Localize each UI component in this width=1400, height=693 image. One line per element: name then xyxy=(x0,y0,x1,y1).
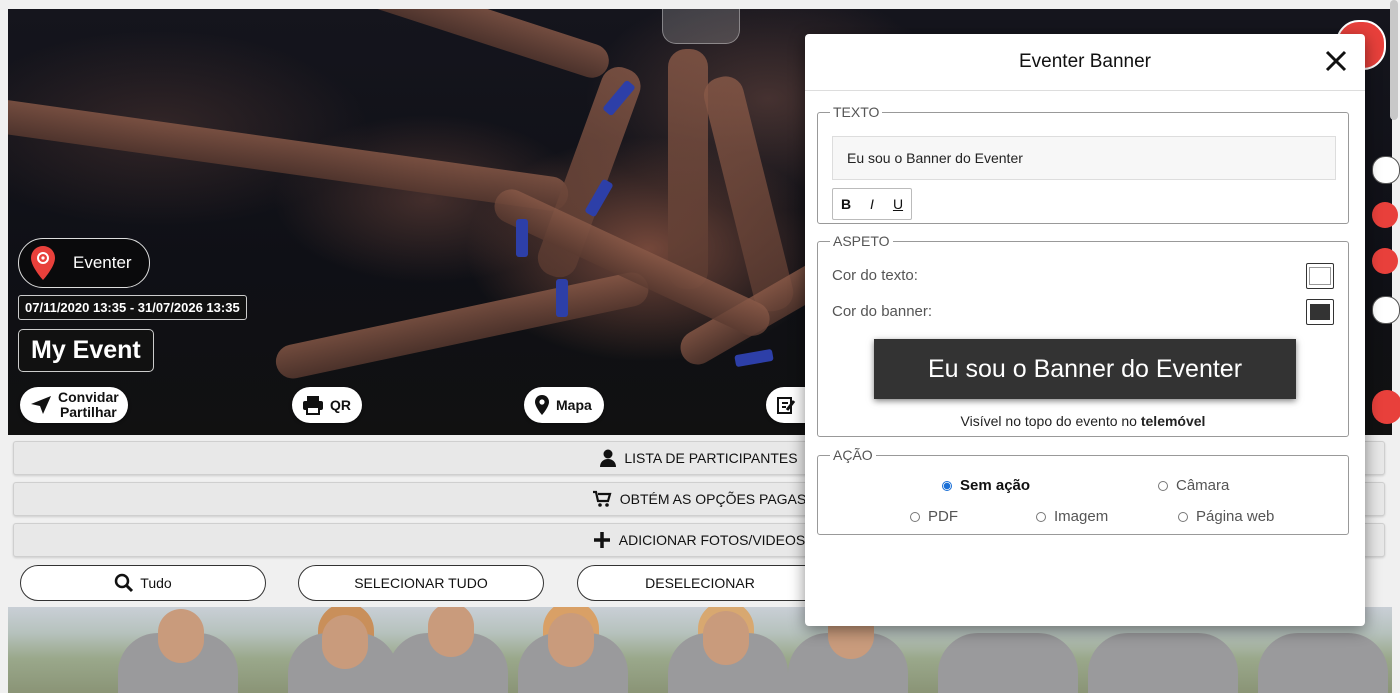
action-label: Página web xyxy=(1196,508,1275,525)
user-icon xyxy=(600,449,617,467)
deselect-label: DESELECIONAR xyxy=(645,575,755,591)
radio-icon xyxy=(1158,480,1168,491)
banner-preview: Eu sou o Banner do Eventer xyxy=(874,339,1296,399)
visibility-note-bold: telemóvel xyxy=(1140,413,1206,429)
action-radio-camera[interactable]: Câmara xyxy=(1158,477,1229,494)
side-action-button[interactable] xyxy=(1372,156,1400,184)
banner-dialog: Eventer Banner TEXTO Eu sou o Banner do … xyxy=(805,34,1365,626)
eventer-brand: Eventer xyxy=(18,238,150,288)
radio-icon xyxy=(1178,511,1188,522)
participants-label: LISTA DE PARTICIPANTES xyxy=(624,450,798,466)
scrollbar-thumb[interactable] xyxy=(1390,0,1398,120)
plus-icon xyxy=(593,532,610,548)
camera-notch xyxy=(662,9,740,44)
location-pin-icon xyxy=(31,246,55,280)
share-label: Partilhar xyxy=(59,404,117,420)
invite-share-button[interactable]: Convidar Partilhar xyxy=(20,387,128,423)
visibility-note-text: Visível no topo do evento no xyxy=(960,413,1137,429)
action-label: PDF xyxy=(928,508,958,525)
appearance-section-legend: ASPETO xyxy=(833,233,890,249)
underline-button[interactable]: U xyxy=(885,189,911,219)
invite-label: Convidar xyxy=(58,389,119,405)
select-all-label: SELECIONAR TUDO xyxy=(354,575,488,591)
visibility-note: Visível no topo do evento no telemóvel xyxy=(818,413,1348,429)
side-action-button[interactable] xyxy=(1372,248,1398,274)
map-label: Mapa xyxy=(556,397,592,413)
action-radio-none[interactable]: Sem ação xyxy=(942,477,1030,494)
side-action-button[interactable] xyxy=(1372,296,1400,324)
edit-icon xyxy=(777,397,796,414)
brand-label: Eventer xyxy=(73,253,132,272)
text-section-legend: TEXTO xyxy=(833,104,880,120)
select-all-button[interactable]: SELECIONAR TUDO xyxy=(298,565,544,601)
text-section: TEXTO Eu sou o Banner do Eventer B I U xyxy=(817,104,1349,224)
search-all-label: Tudo xyxy=(140,575,172,591)
radio-icon xyxy=(910,511,920,522)
bold-button[interactable]: B xyxy=(833,189,859,219)
banner-text-value: Eu sou o Banner do Eventer xyxy=(847,150,1023,166)
event-dates: 07/11/2020 13:35 - 31/07/2026 13:35 xyxy=(18,295,247,320)
paid-options-label: OBTÉM AS OPÇÕES PAGAS xyxy=(619,491,807,507)
search-icon xyxy=(115,573,134,593)
add-media-label: ADICIONAR FOTOS/VIDEOS xyxy=(618,532,806,548)
side-action-button[interactable] xyxy=(1372,202,1398,228)
action-section-legend: AÇÃO xyxy=(833,447,873,463)
deselect-button[interactable]: DESELECIONAR xyxy=(577,565,823,601)
format-toolbar: B I U xyxy=(832,188,912,220)
italic-button[interactable]: I xyxy=(859,189,885,219)
action-radio-image[interactable]: Imagem xyxy=(1036,508,1108,525)
action-label: Câmara xyxy=(1176,477,1230,494)
dialog-header: Eventer Banner xyxy=(805,34,1365,91)
banner-color-swatch[interactable] xyxy=(1306,299,1334,325)
close-icon xyxy=(1325,50,1347,72)
map-button[interactable]: Mapa xyxy=(524,387,604,423)
qr-label: QR xyxy=(330,397,351,413)
send-icon xyxy=(31,396,51,414)
map-pin-icon xyxy=(535,395,549,415)
side-action-button[interactable] xyxy=(1372,390,1400,424)
cart-icon xyxy=(592,490,612,507)
action-label: Imagem xyxy=(1054,508,1109,525)
search-all-button[interactable]: Tudo xyxy=(20,565,266,601)
banner-color-label: Cor do banner: xyxy=(832,303,933,320)
banner-text-input[interactable]: Eu sou o Banner do Eventer xyxy=(832,136,1336,180)
action-label: Sem ação xyxy=(960,477,1031,494)
radio-selected-icon xyxy=(942,480,952,491)
action-radio-pdf[interactable]: PDF xyxy=(910,508,958,525)
qr-button[interactable]: QR xyxy=(292,387,362,423)
close-button[interactable] xyxy=(1321,46,1351,76)
event-title: My Event xyxy=(18,329,154,372)
radio-icon xyxy=(1036,511,1046,522)
appearance-section: ASPETO Cor do texto: Cor do banner: Eu s… xyxy=(817,233,1349,437)
action-radio-webpage[interactable]: Página web xyxy=(1178,508,1274,525)
dialog-title: Eventer Banner xyxy=(1018,51,1152,72)
action-section: AÇÃO Sem ação Câmara PDF Imagem Página w… xyxy=(817,447,1349,535)
text-color-swatch[interactable] xyxy=(1306,263,1334,289)
printer-icon xyxy=(303,396,323,415)
text-color-label: Cor do texto: xyxy=(832,267,918,284)
